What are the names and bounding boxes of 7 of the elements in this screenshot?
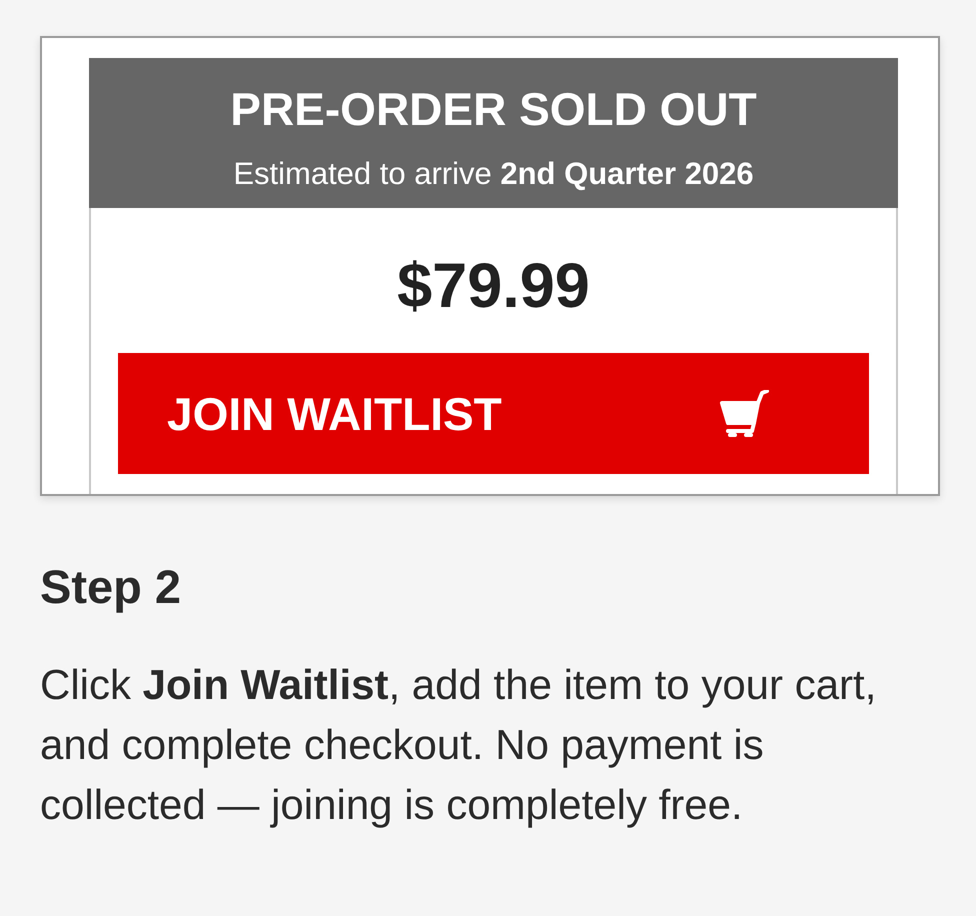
cart-icon — [719, 390, 769, 438]
status-title: PRE-ORDER SOLD OUT — [229, 82, 758, 137]
arrival-note: Estimated to arrive 2nd Quarter 2026 — [232, 155, 755, 193]
price-text: $79.99 — [396, 250, 591, 323]
step-heading: Step 2 — [40, 559, 182, 615]
join-waitlist-button[interactable]: JOIN WAITLIST — [118, 353, 869, 474]
step-description: Click Join Waitlist, add the item to your cart, and complete checkout. No payment is collected — joining is completely free. — [40, 660, 878, 830]
